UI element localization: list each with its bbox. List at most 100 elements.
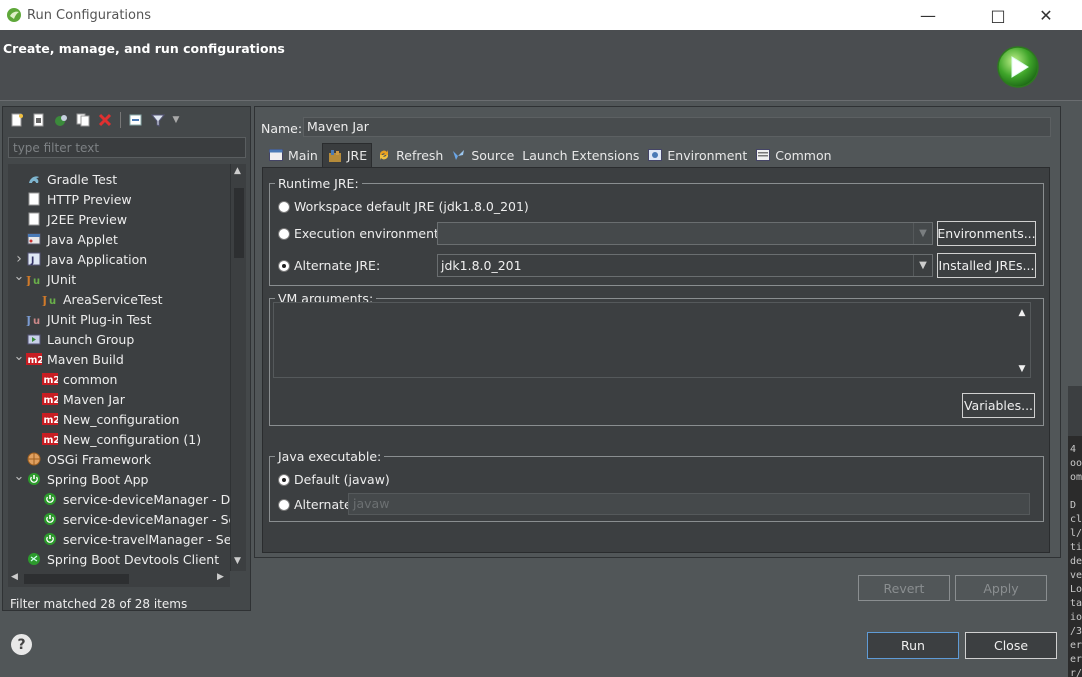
- spring-boot-icon: [42, 531, 58, 547]
- tree-item-label: service-deviceManager - Dev: [63, 491, 230, 507]
- apply-button[interactable]: Apply: [955, 575, 1047, 601]
- tab-launch-extensions[interactable]: Launch Extensions: [518, 143, 643, 167]
- default-javaw-radio[interactable]: [278, 473, 290, 486]
- tab-label: Refresh: [396, 147, 444, 163]
- scroll-up-icon[interactable]: ▲: [1014, 305, 1030, 321]
- runtime-jre-title: Runtime JRE:: [275, 176, 362, 191]
- alternate-executable-radio[interactable]: [278, 498, 290, 511]
- chevron-down-icon[interactable]: ▼: [913, 223, 932, 244]
- alternate-jre-radio[interactable]: [278, 259, 290, 272]
- svg-text:m2: m2: [44, 415, 59, 425]
- duplicate-icon[interactable]: [73, 110, 93, 130]
- vm-arguments-scrollbar[interactable]: ▲ ▼: [1014, 303, 1030, 377]
- tree-item[interactable]: m2 common: [28, 369, 117, 389]
- tree-item-label: Maven Build: [47, 351, 124, 367]
- chevron-down-icon[interactable]: ⌄: [12, 269, 26, 284]
- tree-item[interactable]: HTTP Preview: [12, 189, 132, 209]
- source-tab-icon: [451, 148, 467, 162]
- svg-text:J: J: [26, 314, 31, 326]
- new-prototype-icon[interactable]: [29, 110, 49, 130]
- java-executable-title: Java executable:: [275, 449, 385, 464]
- alternate-jre-option[interactable]: Alternate JRE:: [278, 258, 380, 273]
- tree-item[interactable]: m2 New_configuration (1): [28, 429, 201, 449]
- scroll-right-icon[interactable]: ▶: [217, 572, 224, 582]
- maximize-button[interactable]: □: [976, 0, 1020, 30]
- scroll-up-icon[interactable]: ▲: [234, 166, 241, 176]
- tree-vertical-scroll-thumb[interactable]: [234, 188, 244, 258]
- m2-icon: m2: [26, 351, 42, 367]
- tree-item-label: JUnit Plug-in Test: [47, 311, 152, 327]
- tree-item[interactable]: ⌄ m2 Maven Build: [12, 349, 124, 369]
- tree-item[interactable]: service-travelManager - Serv: [28, 529, 230, 549]
- tree-item-label: New_configuration (1): [63, 431, 202, 447]
- tab-common[interactable]: Common: [751, 143, 835, 167]
- new-configuration-icon[interactable]: [7, 110, 27, 130]
- default-javaw-option[interactable]: Default (javaw): [278, 472, 390, 487]
- tab-environment[interactable]: Environment: [643, 143, 751, 167]
- tree-item[interactable]: › J Java Application: [12, 249, 147, 269]
- tree-item[interactable]: service-deviceManager - Dev: [28, 489, 230, 509]
- run-button[interactable]: Run: [867, 632, 959, 659]
- tree-item-label: Maven Jar: [63, 391, 125, 407]
- tree-item[interactable]: Ju AreaServiceTest: [28, 289, 163, 309]
- revert-button[interactable]: Revert: [858, 575, 950, 601]
- tab-jre[interactable]: JRE: [321, 143, 373, 167]
- scroll-down-icon[interactable]: ▼: [234, 556, 241, 566]
- filter-input[interactable]: [8, 137, 246, 158]
- tree-item[interactable]: Launch Group: [12, 329, 134, 349]
- tree-item[interactable]: OSGi Framework: [12, 449, 151, 469]
- tree-item[interactable]: J2EE Preview: [12, 209, 127, 229]
- vm-arguments-textarea[interactable]: ▲ ▼: [273, 302, 1031, 378]
- tree-item[interactable]: Spring Boot Devtools Client: [12, 549, 219, 569]
- minimize-button[interactable]: —: [906, 0, 950, 30]
- tree-item[interactable]: ⌄ Ju JUnit: [12, 269, 77, 289]
- help-icon[interactable]: ?: [11, 634, 32, 655]
- tree-item[interactable]: ⌄ Spring Boot App: [12, 469, 149, 489]
- close-button[interactable]: Close: [965, 632, 1057, 659]
- filter-status: Filter matched 28 of 28 items: [10, 597, 188, 611]
- execution-environment-radio[interactable]: [278, 227, 290, 240]
- alternate-executable-option[interactable]: Alternate: [278, 497, 352, 512]
- window-titlebar: Run Configurations — □ ✕: [0, 0, 1082, 30]
- tree-item[interactable]: m2 Maven Jar: [28, 389, 125, 409]
- export-configuration-icon[interactable]: [51, 110, 71, 130]
- configuration-name-input[interactable]: Maven Jar: [303, 117, 1051, 137]
- delete-icon[interactable]: [95, 110, 115, 130]
- environments-button[interactable]: Environments...: [937, 221, 1036, 246]
- tab-refresh[interactable]: Refresh: [372, 143, 447, 167]
- jre-tab-content: Runtime JRE: Workspace default JRE (jdk1…: [262, 167, 1050, 553]
- default-javaw-label: Default (javaw): [294, 472, 390, 487]
- collapse-all-icon[interactable]: [126, 110, 146, 130]
- tab-main[interactable]: Main: [264, 143, 322, 167]
- tree-horizontal-scrollbar[interactable]: ◀ ▶: [8, 571, 230, 587]
- alternate-jre-combo[interactable]: jdk1.8.0_201 ▼: [437, 254, 933, 277]
- tree-item[interactable]: Ju JUnit Plug-in Test: [12, 309, 151, 329]
- tree-item[interactable]: m2 New_configuration: [28, 409, 179, 429]
- workspace-default-jre-option[interactable]: Workspace default JRE (jdk1.8.0_201): [278, 199, 529, 214]
- execution-environment-combo[interactable]: ▼: [437, 222, 933, 245]
- execution-environment-option[interactable]: Execution environment:: [278, 226, 443, 241]
- view-menu-chevron-down-icon[interactable]: ▼: [170, 110, 182, 130]
- scroll-down-icon[interactable]: ▼: [1014, 361, 1030, 377]
- tree-item[interactable]: Java Applet: [12, 229, 118, 249]
- scroll-left-icon[interactable]: ◀: [11, 572, 18, 582]
- tree-item[interactable]: service-deviceManager - Ser: [28, 509, 230, 529]
- alternate-executable-input[interactable]: javaw: [348, 493, 1030, 515]
- tab-source[interactable]: Source: [447, 143, 518, 167]
- chevron-right-icon[interactable]: ›: [12, 251, 26, 267]
- filter-icon[interactable]: [148, 110, 168, 130]
- tree-item[interactable]: Gradle Test: [12, 169, 117, 189]
- background-console-toolbar: [1068, 386, 1082, 436]
- chevron-down-icon[interactable]: ⌄: [12, 349, 26, 364]
- tree-item-label: Java Application: [47, 251, 148, 267]
- alternate-executable-label: Alternate: [294, 497, 352, 512]
- installed-jres-button[interactable]: Installed JREs...: [937, 253, 1036, 278]
- main-tab-icon: [268, 148, 284, 162]
- variables-button[interactable]: Variables...: [962, 393, 1035, 418]
- chevron-down-icon[interactable]: ⌄: [12, 469, 26, 484]
- tree-horizontal-scroll-thumb[interactable]: [24, 574, 129, 584]
- tree-vertical-scrollbar[interactable]: ▲ ▼: [230, 164, 246, 571]
- workspace-default-jre-radio[interactable]: [278, 200, 290, 213]
- close-window-button[interactable]: ✕: [1024, 0, 1068, 30]
- chevron-down-icon[interactable]: ▼: [913, 255, 932, 276]
